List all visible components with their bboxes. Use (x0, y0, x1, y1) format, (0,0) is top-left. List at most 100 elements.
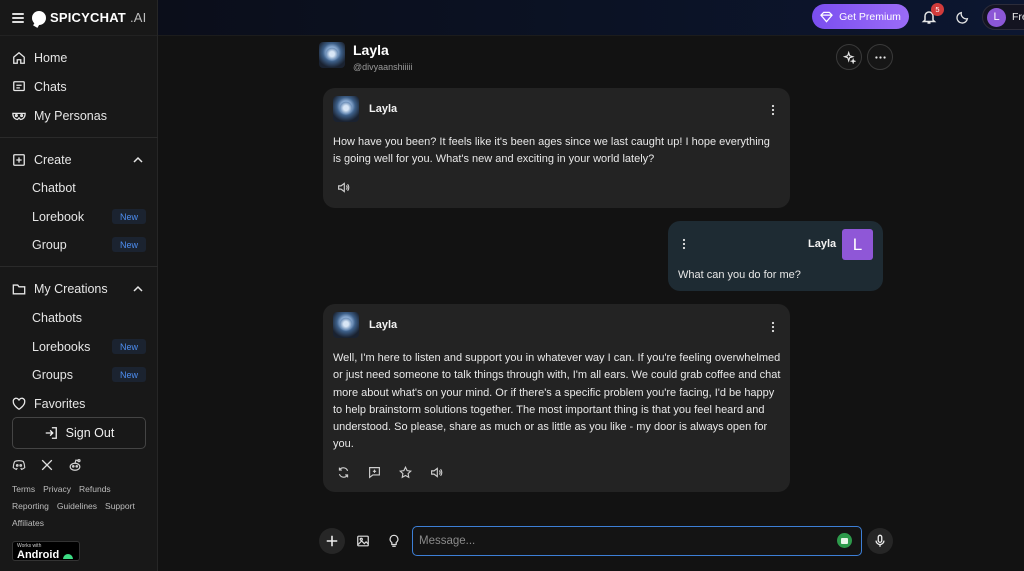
terms-link[interactable]: Terms (12, 484, 35, 494)
folder-icon (12, 284, 26, 295)
message-actions (337, 181, 350, 194)
bot-avatar (333, 312, 359, 338)
nav-create[interactable]: Create (12, 150, 72, 170)
affiliates-link[interactable]: Affiliates (12, 518, 44, 528)
sidebar-item-group[interactable]: Group (32, 236, 67, 254)
nav-chats[interactable]: Chats (12, 77, 67, 97)
bot-message: Layla Well, I'm here to listen and suppo… (323, 304, 790, 492)
chevron-up-icon[interactable] (132, 283, 144, 295)
plus-square-icon (13, 154, 25, 166)
new-badge: New (112, 209, 146, 224)
x-icon[interactable] (40, 458, 54, 472)
discord-icon[interactable] (12, 458, 26, 472)
footer-links-row-1: Terms Privacy Refunds (12, 484, 111, 494)
get-premium-label: Get Premium (839, 10, 901, 23)
social-links (12, 458, 82, 472)
message-header: Layla (333, 312, 397, 338)
sign-out-label: Sign Out (65, 426, 115, 440)
image-icon (357, 535, 369, 547)
sign-out-button[interactable]: Sign Out (12, 417, 146, 449)
get-premium-button[interactable]: Get Premium (812, 4, 909, 29)
microphone-button[interactable] (867, 528, 893, 554)
footer-links-row-3: Affiliates (12, 518, 44, 528)
lightbulb-icon (389, 534, 399, 547)
nav-create-label: Create (34, 153, 72, 167)
sidebar-item-lorebooks[interactable]: Lorebooks (32, 338, 90, 356)
plus-icon (326, 535, 338, 547)
heart-icon (12, 397, 26, 411)
nav-home[interactable]: Home (12, 48, 67, 68)
speaker-icon[interactable] (430, 466, 443, 479)
more-horizontal-icon (874, 55, 886, 59)
sidebar: SPICYCHAT .AI Home Chats My Personas Crea… (0, 0, 158, 571)
sidebar-item-groups[interactable]: Groups (32, 366, 73, 384)
divider (0, 137, 158, 138)
brand-suffix: .AI (129, 10, 147, 25)
avatar: L (842, 229, 873, 260)
message-text: How have you been? It feels like it's be… (333, 136, 770, 166)
sidebar-item-lorebook[interactable]: Lorebook (32, 208, 84, 226)
nav-favorites[interactable]: Favorites (12, 394, 85, 414)
new-badge: New (112, 367, 146, 382)
nav-my-creations[interactable]: My Creations (12, 279, 108, 299)
idea-button[interactable] (381, 528, 407, 554)
refunds-link[interactable]: Refunds (79, 484, 111, 494)
microphone-icon (875, 534, 885, 547)
regenerate-icon[interactable] (337, 466, 350, 479)
android-badge-title: Android (17, 549, 75, 561)
speaker-icon[interactable] (337, 181, 350, 194)
nav-personas-label: My Personas (34, 109, 107, 123)
message-author: Layla (369, 319, 398, 331)
chevron-up-icon[interactable] (132, 154, 144, 166)
nav-my-creations-label: My Creations (34, 282, 108, 296)
message-plus-icon[interactable] (368, 466, 381, 479)
reddit-icon[interactable] (68, 458, 82, 472)
reporting-link[interactable]: Reporting (12, 501, 49, 511)
more-vertical-icon[interactable] (767, 321, 779, 333)
divider (0, 266, 158, 267)
bot-avatar[interactable] (319, 42, 345, 68)
nav-chats-label: Chats (34, 80, 67, 94)
nav-favorites-label: Favorites (34, 397, 86, 411)
image-button[interactable] (350, 528, 376, 554)
message-author: Layla (369, 103, 398, 115)
message-author: Layla (808, 238, 837, 250)
footer-links-row-2: Reporting Guidelines Support (12, 501, 135, 511)
message-text: What can you do for me? (678, 269, 801, 281)
new-badge: New (112, 339, 146, 354)
privacy-link[interactable]: Privacy (43, 484, 71, 494)
moon-icon[interactable] (956, 10, 970, 24)
message-actions (337, 466, 443, 479)
more-vertical-icon[interactable] (767, 104, 779, 116)
star-icon[interactable] (399, 466, 412, 479)
mask-icon (12, 112, 26, 121)
bot-handle[interactable]: @divyaanshiiiii (353, 62, 413, 72)
guidelines-link[interactable]: Guidelines (57, 501, 97, 511)
message-text: Well, I'm here to listen and support you… (333, 352, 781, 451)
support-link[interactable]: Support (105, 501, 135, 511)
user-message: Layla L What can you do for me? (668, 221, 883, 291)
new-badge: New (112, 237, 146, 252)
bot-message: Layla How have you been? It feels like i… (323, 88, 790, 208)
sidebar-item-chatbots[interactable]: Chatbots (32, 309, 82, 327)
message-header: Layla (333, 96, 397, 122)
logo[interactable]: SPICYCHAT .AI (32, 10, 146, 25)
nav-personas[interactable]: My Personas (12, 106, 107, 126)
user-plan-label: Fre (1012, 11, 1024, 23)
sidebar-item-chatbot[interactable]: Chatbot (32, 179, 76, 197)
android-robot-icon (63, 554, 74, 559)
sparkle-button[interactable] (836, 44, 862, 70)
diamond-icon (820, 11, 833, 23)
user-menu[interactable]: L Fre (982, 4, 1024, 30)
nav-home-label: Home (34, 51, 68, 65)
bot-icon[interactable] (837, 533, 852, 548)
menu-icon[interactable] (12, 12, 24, 23)
sparkle-icon (842, 50, 856, 64)
chat-header: Layla @divyaanshiiiii (319, 42, 413, 72)
message-input[interactable] (412, 526, 862, 556)
more-vertical-icon[interactable] (678, 238, 690, 250)
android-badge[interactable]: Works with Android (12, 541, 80, 561)
add-button[interactable] (319, 528, 345, 554)
more-options-button[interactable] (867, 44, 893, 70)
bot-name[interactable]: Layla (353, 42, 413, 58)
